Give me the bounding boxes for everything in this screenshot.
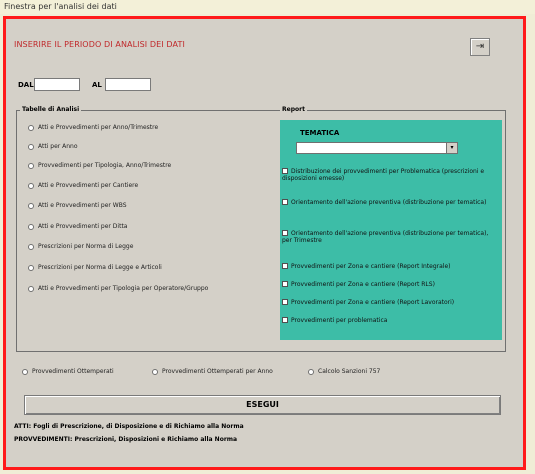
radio-button-icon [28,162,34,169]
report-checkbox[interactable]: Orientamento dell'azione preventiva (dis… [282,230,496,244]
radio-button-icon [28,182,34,189]
radio-button-icon [28,243,34,250]
exit-door-icon: ⇥ [475,41,485,52]
radio-option[interactable]: Atti e Provvedimenti per Ditta [28,223,127,230]
radio-button-icon [22,368,28,375]
radio-button-icon [28,202,34,209]
radio-button-icon [28,264,34,271]
report-checkbox[interactable]: Provvedimenti per Zona e cantiere (Repor… [282,263,451,270]
checkbox-icon [282,299,288,305]
radio-option[interactable]: Atti e Provvedimenti per Tipologia per O… [28,285,208,292]
checkbox-icon [282,263,288,269]
window-caption: Finestra per l'analisi dei dati [4,2,117,11]
report-legend: Report [280,106,307,113]
report-checkbox[interactable]: Provvedimenti per Zona e cantiere (Repor… [282,299,454,306]
page-title: INSERIRE IL PERIODO DI ANALISI DEI DATI [14,40,185,49]
radio-option[interactable]: Provvedimenti per Tipologia, Anno/Trimes… [28,162,171,169]
checkbox-icon [282,230,288,236]
radio-option[interactable]: Calcolo Sanzioni 757 [308,368,380,375]
report-checkbox[interactable]: Provvedimenti per problematica [282,317,387,324]
radio-button-icon [28,223,34,230]
radio-option[interactable]: Provvedimenti Ottemperati [22,368,114,375]
radio-option[interactable]: Atti per Anno [28,143,78,150]
report-checkbox[interactable]: Provvedimenti per Zona e cantiere (Repor… [282,281,435,288]
radio-button-icon [28,124,34,131]
radio-button-icon [152,368,158,375]
window-caption-bar: Finestra per l'analisi dei dati [0,0,535,14]
tematica-label: TEMATICA [300,129,340,137]
radio-option[interactable]: Prescrizioni per Norma di Legge e Artico… [28,264,162,271]
radio-option[interactable]: Prescrizioni per Norma di Legge [28,243,133,250]
execute-button[interactable]: ESEGUI [24,395,501,415]
radio-option[interactable]: Atti e Provvedimenti per Cantiere [28,182,138,189]
radio-button-icon [28,143,34,150]
al-input[interactable] [105,78,151,91]
checkbox-icon [282,168,288,174]
checkbox-icon [282,317,288,323]
tematica-select[interactable]: ▾ [296,142,458,154]
checkbox-icon [282,199,288,205]
exit-button[interactable]: ⇥ [470,38,490,56]
atti-note: ATTI: Fogli di Prescrizione, di Disposiz… [14,423,244,430]
radio-option[interactable]: Atti e Provvedimenti per Anno/Trimestre [28,124,158,131]
al-label: AL [92,81,102,89]
report-checkbox[interactable]: Distribuzione dei provvedimenti per Prob… [282,168,496,182]
checkbox-icon [282,281,288,287]
dal-input[interactable] [34,78,80,91]
radio-button-icon [308,368,314,375]
radio-option[interactable]: Provvedimenti Ottemperati per Anno [152,368,273,375]
radio-button-icon [28,285,34,292]
dal-label: DAL [18,81,34,89]
report-checkbox[interactable]: Orientamento dell'azione preventiva (dis… [282,199,496,206]
radio-option[interactable]: Atti e Provvedimenti per WBS [28,202,127,209]
provvedimenti-note: PROVVEDIMENTI: Prescrizioni, Disposizion… [14,436,238,443]
tabelle-legend: Tabelle di Analisi [20,106,82,113]
chevron-down-icon[interactable]: ▾ [446,143,457,153]
